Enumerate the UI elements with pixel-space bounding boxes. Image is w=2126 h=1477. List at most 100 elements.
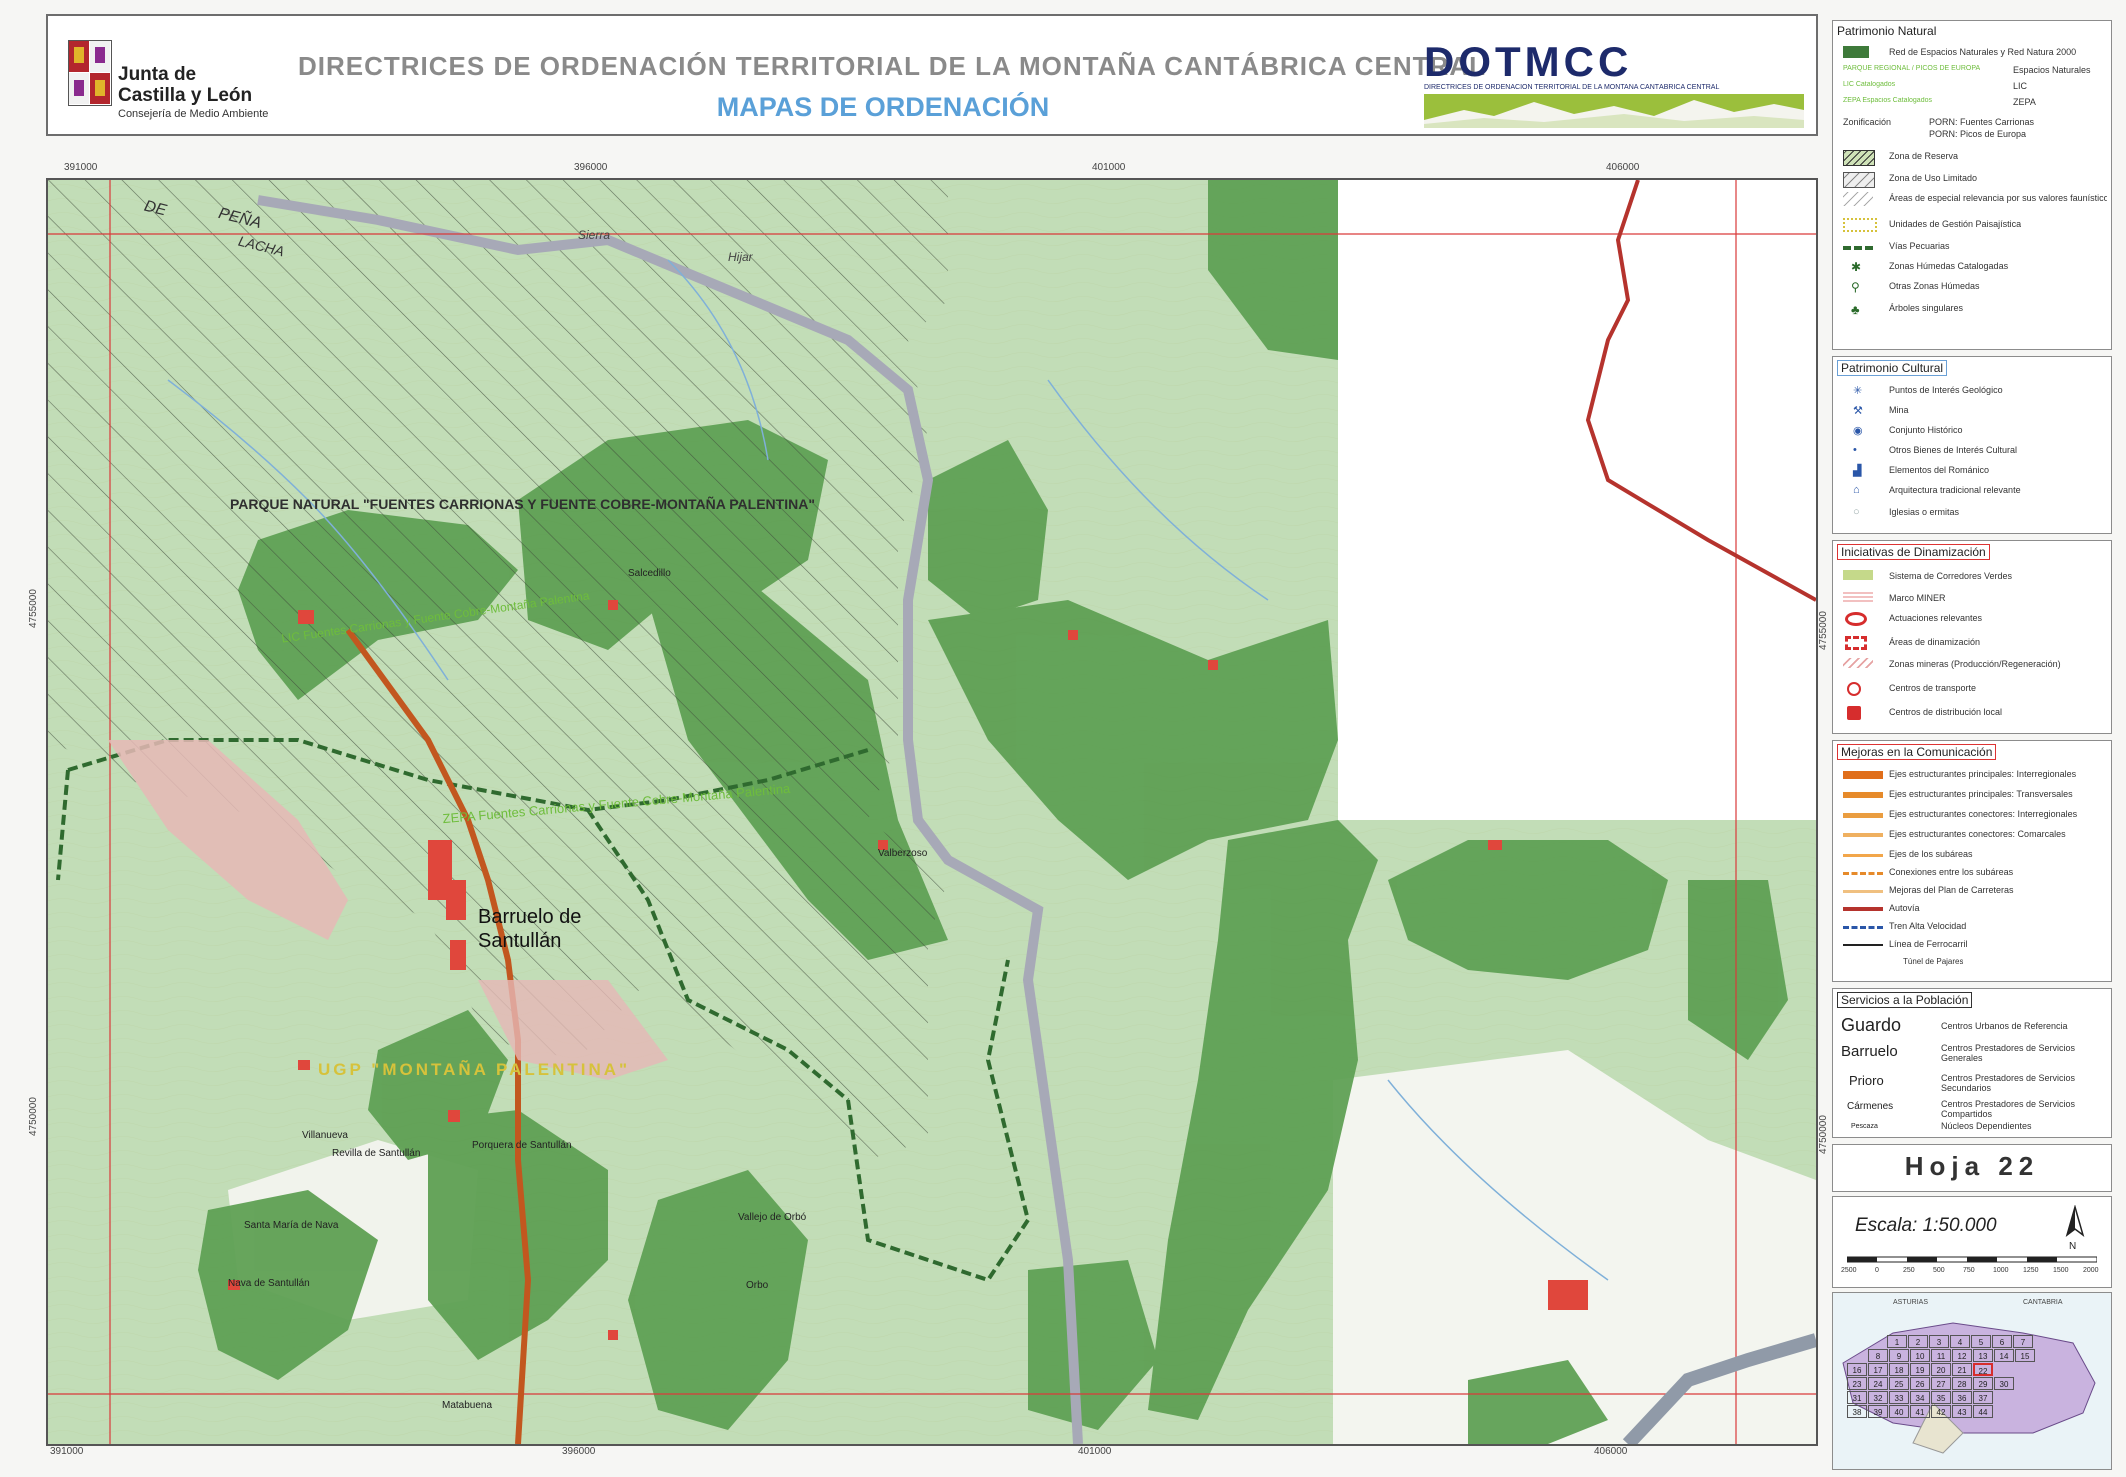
index-sheet-cell: 35 — [1931, 1391, 1951, 1404]
santa-maria-label: Santa María de Nava — [244, 1220, 339, 1231]
index-sheet-cell: 22 — [1973, 1363, 1993, 1376]
legend-mina: ⚒ Mina — [1853, 405, 1909, 417]
legend-ferrocarril: Línea de Ferrocarril — [1833, 935, 2111, 955]
miner-swatch-icon — [1843, 592, 1873, 602]
limited-use-hatch-icon — [1843, 172, 1875, 188]
geologic-point-icon: ✳ — [1853, 385, 1863, 397]
road-plan-line-icon — [1843, 890, 1883, 893]
legend-arboles: ♣ Árboles singulares — [1851, 302, 1964, 317]
legend-autovia: Autovía — [1833, 899, 2111, 919]
coord-top-1: 391000 — [64, 162, 98, 173]
logo-line-2: Castilla y León — [118, 85, 253, 106]
index-sheet-cell: 5 — [1971, 1335, 1991, 1348]
legend-tunel: Túnel de Pajares — [1903, 957, 1964, 966]
service-label-4: Centros Prestadores de Servicios Compart… — [1941, 1099, 2076, 1119]
salcedillo-label: Salcedillo — [628, 568, 671, 579]
service-name-1: Guardo — [1841, 1015, 1902, 1035]
romanesque-icon: ▟ — [1853, 465, 1862, 477]
map-graphics — [48, 180, 1816, 1444]
historic-ensemble-icon: ◉ — [1853, 425, 1863, 437]
index-sheet-cell: 17 — [1868, 1363, 1888, 1376]
service-label-2: Centros Prestadores de Servicios General… — [1941, 1043, 2076, 1063]
dotmcc-logo: DOTMCC DIRECTRICES DE ORDENACIÓN TERRITO… — [1424, 38, 1804, 128]
legend-services-title: Servicios a la Población — [1837, 992, 1973, 1008]
livestock-trail-icon — [1843, 246, 1873, 250]
villanueva-label: Villanueva — [302, 1130, 348, 1141]
index-sheet-cell: 29 — [1973, 1377, 1993, 1390]
distribution-center-icon — [1847, 706, 1861, 720]
index-sheet-cell: 43 — [1952, 1405, 1972, 1418]
legend-porn-2: PORN: Picos de Europa — [1929, 129, 2027, 139]
legend-communication: Mejoras en la Comunicación Ejes estructu… — [1832, 740, 2112, 982]
index-sheet-cell: 20 — [1931, 1363, 1951, 1376]
church-icon: ○ — [1853, 506, 1860, 518]
legend-zonas-humedas: ✱ Zonas Húmedas Catalogadas — [1851, 260, 2009, 274]
coord-bottom-1: 391000 — [50, 1446, 84, 1457]
legend-cultural-title: Patrimonio Cultural — [1837, 360, 1948, 376]
map-subtitle: MAPAS DE ORDENACIÓN — [716, 92, 1050, 122]
legend-romanico: ▟ Elementos del Románico — [1853, 465, 1990, 477]
coord-left-1: 4755000 — [28, 589, 39, 628]
coord-bottom-2: 396000 — [562, 1446, 596, 1457]
green-corridor-swatch-icon — [1843, 570, 1873, 580]
service-name-5: Pescaza — [1851, 1123, 1878, 1130]
index-sheet-cell: 38 — [1847, 1405, 1867, 1418]
legend-fauna: Áreas de especial relevancia por sus val… — [1833, 189, 2111, 209]
other-wetland-icon: ⚲ — [1851, 280, 1860, 294]
singular-tree-icon: ♣ — [1851, 302, 1860, 317]
porquera-label: Porquera de Santullán — [472, 1140, 572, 1151]
index-sheet-cell: 12 — [1952, 1349, 1972, 1362]
dotmcc-logo-text: DOTMCC — [1424, 38, 1633, 85]
legend-zonas-mineras: Zonas mineras (Producción/Regeneración) — [1833, 655, 2111, 675]
coord-right-2: 4750000 — [1818, 1115, 1829, 1154]
index-sheet-cell: 44 — [1973, 1405, 1993, 1418]
index-sheet-cell: 27 — [1931, 1377, 1951, 1390]
park-label: PARQUE NATURAL "FUENTES CARRIONAS Y FUEN… — [230, 496, 815, 512]
matabuena-label: Matabuena — [442, 1400, 493, 1411]
legend-eje-1: Ejes estructurantes principales: Interre… — [1833, 765, 2111, 785]
legend-eje-3: Ejes estructurantes conectores: Interreg… — [1833, 805, 2111, 825]
index-sheet-cell: 23 — [1847, 1377, 1867, 1390]
index-sheet-cell: 42 — [1931, 1405, 1951, 1418]
service-label-3: Centros Prestadores de Servicios Secunda… — [1941, 1073, 2076, 1093]
legend-vias-pecuarias: Vías Pecuarias — [1833, 237, 2111, 257]
index-sheet-cell: 15 — [2015, 1349, 2035, 1362]
legend-initiatives-title: Iniciativas de Dinamización — [1837, 544, 1990, 560]
red-natura-swatch-icon — [1843, 46, 1869, 58]
legend-bic: • Otros Bienes de Interés Cultural — [1853, 444, 2018, 456]
scale-tick: 1000 — [1993, 1267, 2009, 1274]
coord-right-1: 4755000 — [1818, 611, 1829, 650]
legend-conjunto: ◉ Conjunto Histórico — [1853, 425, 1963, 437]
legend-eje-2: Ejes estructurantes principales: Transve… — [1833, 785, 2111, 805]
mine-icon: ⚒ — [1853, 405, 1863, 417]
legend-natural-heritage: Patrimonio Natural Red de Espacios Natur… — [1832, 20, 2112, 350]
index-sheet-cell: 7 — [2013, 1335, 2033, 1348]
index-sheet-cell: 34 — [1910, 1391, 1930, 1404]
index-sheet-cell: 25 — [1889, 1377, 1909, 1390]
legend-communication-title: Mejoras en la Comunicación — [1837, 744, 1997, 760]
legend-panel: Patrimonio Natural Red de Espacios Natur… — [1832, 20, 2112, 1475]
logo-line-1: Junta de — [118, 64, 197, 85]
legend-pig: ✳ Puntos de Interés Geológico — [1853, 385, 2003, 397]
index-sheet-cell: 32 — [1868, 1391, 1888, 1404]
cultural-asset-icon: • — [1853, 444, 1857, 456]
index-sheet-cell: 9 — [1889, 1349, 1909, 1362]
logo-department: Consejería de Medio Ambiente — [118, 108, 269, 120]
axis-connector-comarcal-line-icon — [1843, 833, 1883, 837]
mountain-silhouette-icon — [1424, 94, 1804, 128]
map-canvas: PARQUE NATURAL "FUENTES CARRIONAS Y FUEN… — [46, 178, 1818, 1446]
axis-connector-inter-line-icon — [1843, 813, 1883, 818]
index-sheet-cell: 26 — [1910, 1377, 1930, 1390]
service-label-1: Centros Urbanos de Referencia — [1941, 1021, 2068, 1031]
index-sheet-cell: 13 — [1973, 1349, 1993, 1362]
coord-left-2: 4750000 — [28, 1097, 39, 1136]
map-title: DIRECTRICES DE ORDENACIÓN TERRITORIAL DE… — [298, 51, 1486, 81]
scale-tick: 2500 — [1841, 1267, 1857, 1274]
dynamization-area-icon — [1845, 636, 1867, 650]
railway-line-icon — [1843, 944, 1883, 946]
index-sheet-cell: 1 — [1887, 1335, 1907, 1348]
index-sheet-cell: 18 — [1889, 1363, 1909, 1376]
index-sheet-cell: 40 — [1889, 1405, 1909, 1418]
relevant-action-icon — [1845, 612, 1867, 626]
scale-tick: 2000 — [2083, 1267, 2099, 1274]
